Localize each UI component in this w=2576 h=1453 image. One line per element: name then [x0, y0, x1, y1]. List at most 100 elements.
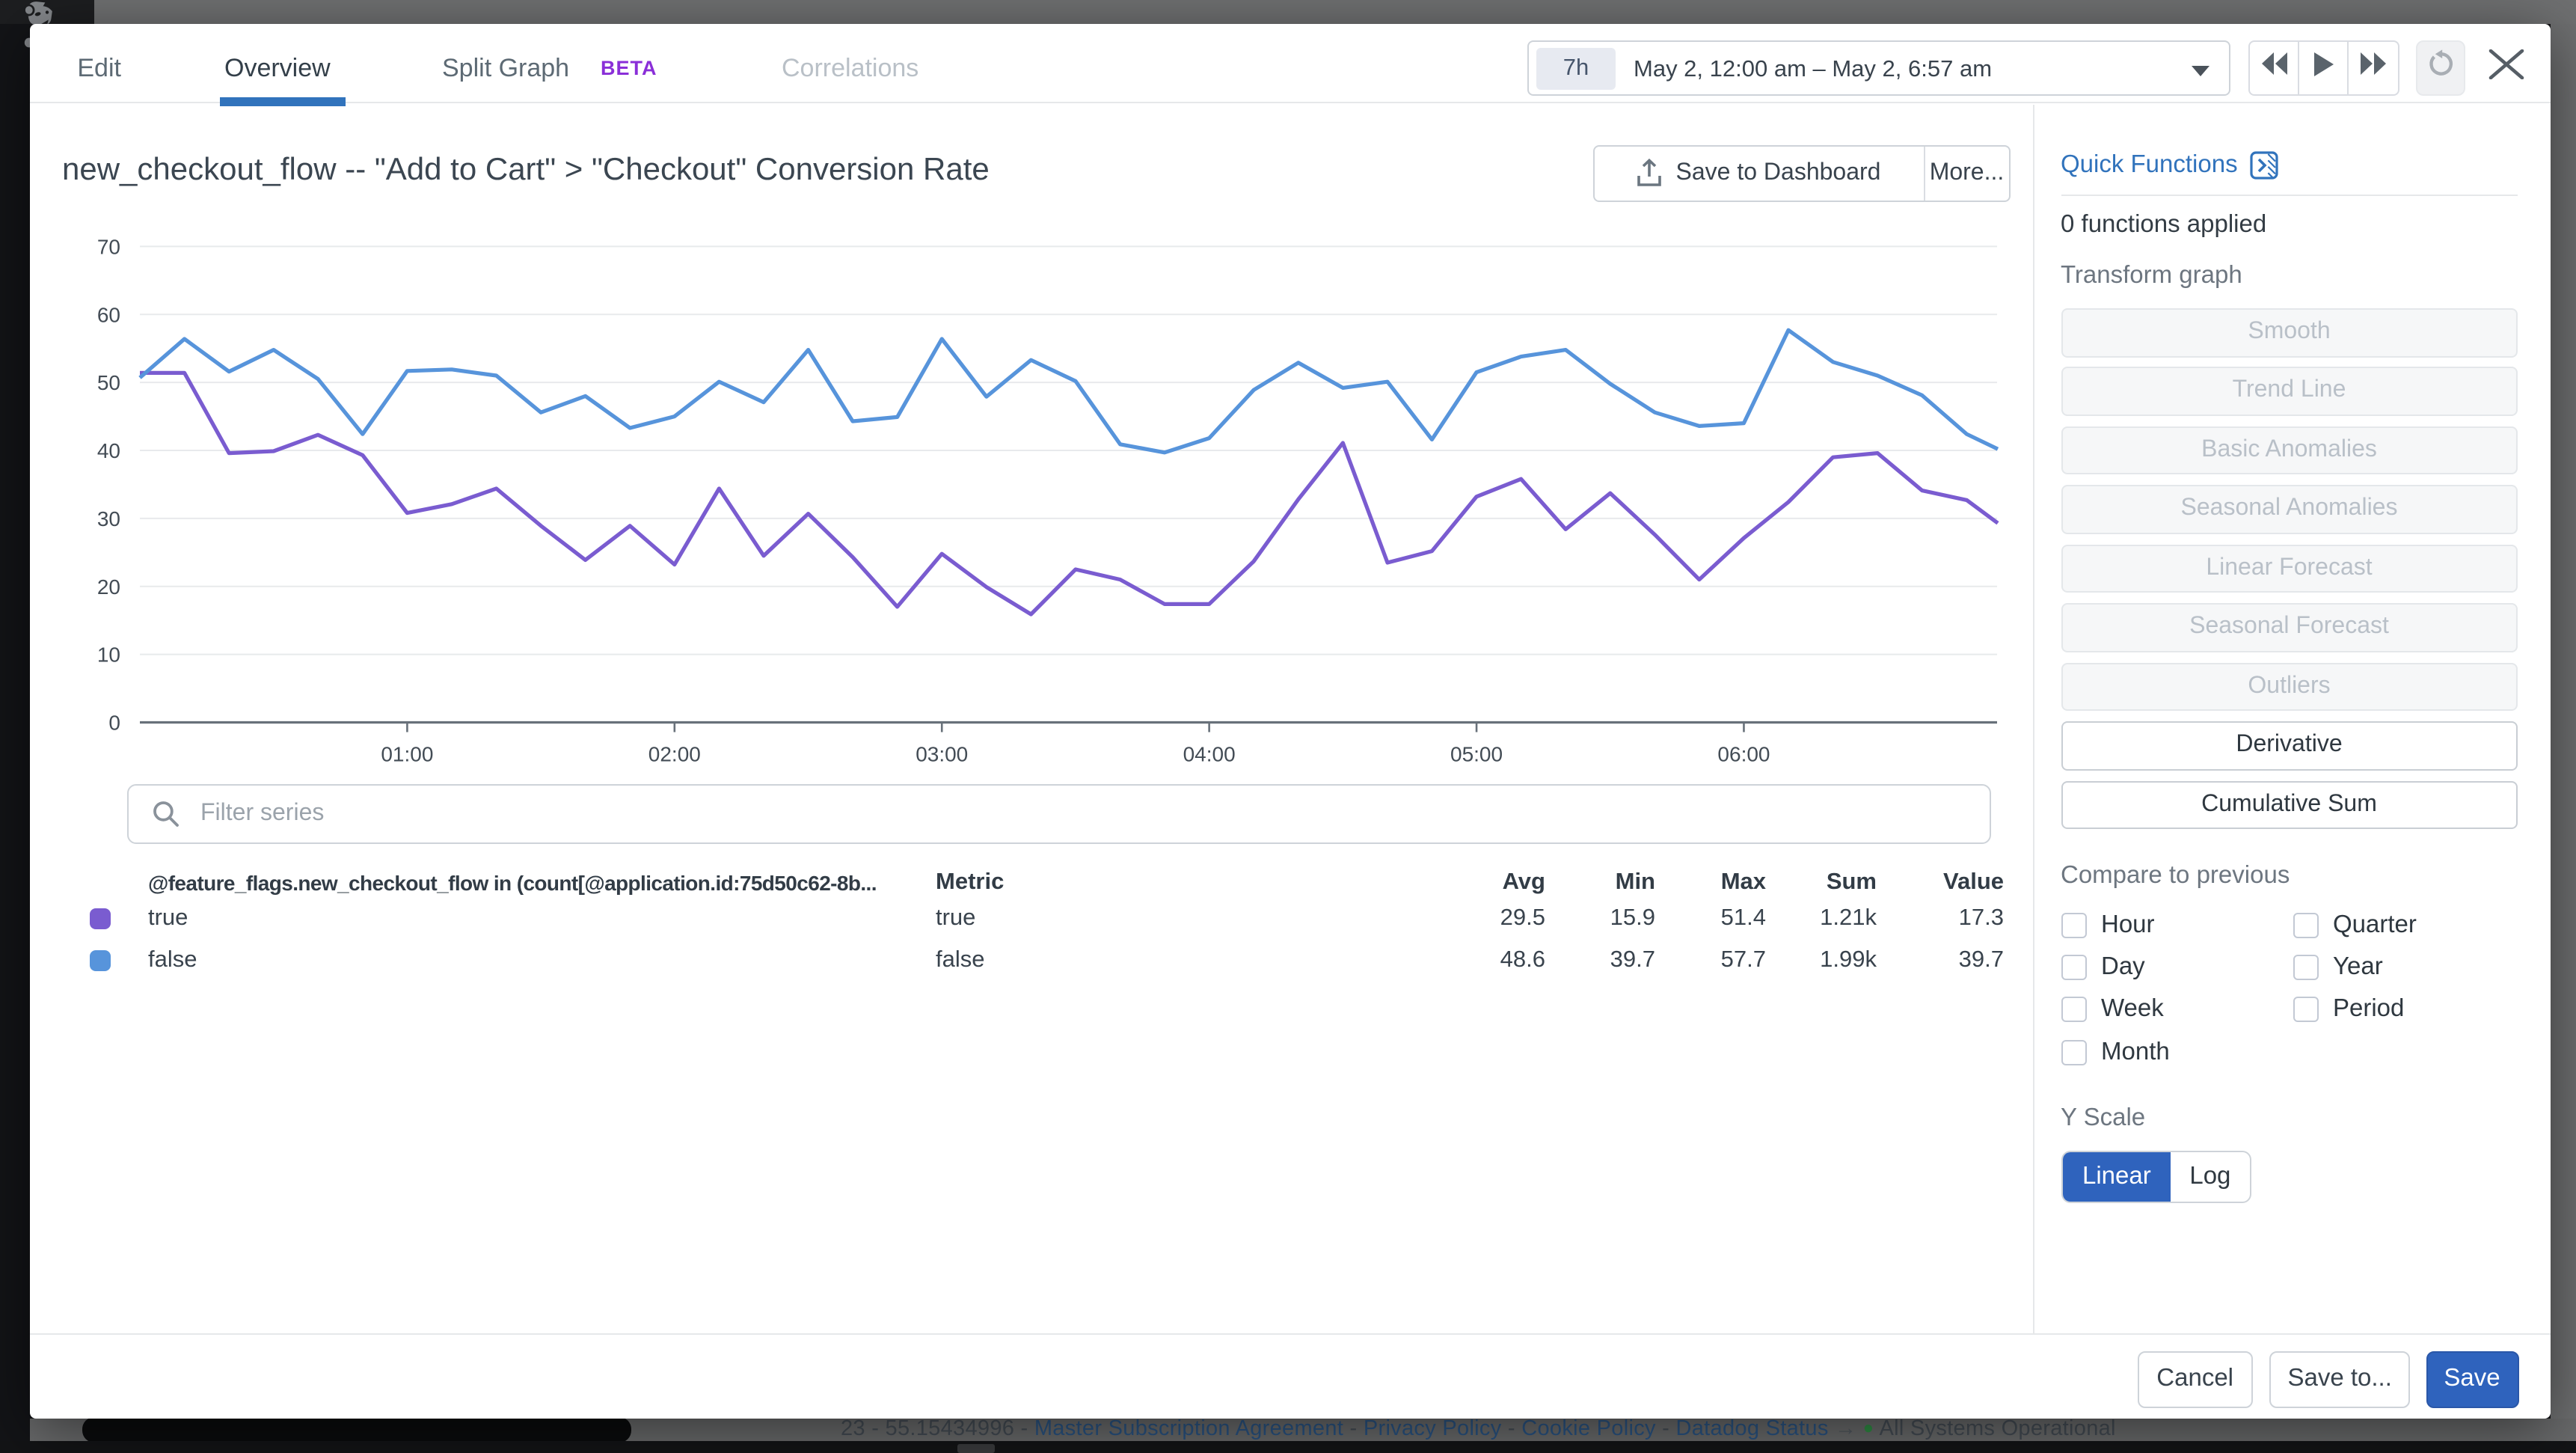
checkbox-icon[interactable]: [2061, 997, 2086, 1023]
y-scale-log-option[interactable]: Log: [2171, 1153, 2249, 1202]
legend-value: 48.6: [1426, 940, 1545, 982]
legend-col-header: Max: [1646, 861, 1766, 903]
time-preset-badge[interactable]: 7h: [1536, 48, 1616, 89]
legend-col-header: Min: [1536, 861, 1655, 903]
transform-button-linear-forecast[interactable]: Linear Forecast: [2061, 545, 2518, 593]
backdrop-footer-link[interactable]: Datadog Status: [1676, 1417, 1829, 1441]
search-icon: [151, 799, 181, 836]
play-icon: [2314, 52, 2334, 84]
tab-bar: Edit Overview Split Graph BETA Correlati…: [30, 23, 2550, 103]
transform-button-basic-anomalies[interactable]: Basic Anomalies: [2061, 426, 2518, 475]
series-line-true: [140, 372, 1998, 614]
checkbox-icon[interactable]: [2293, 955, 2318, 980]
legend-series-metric: true: [936, 898, 975, 940]
y-axis-label: 20: [97, 575, 120, 598]
tab-correlations[interactable]: Correlations: [782, 53, 919, 86]
compare-checkbox-week[interactable]: Week: [2061, 997, 2164, 1023]
y-axis-label: 70: [97, 234, 120, 257]
transform-button-seasonal-anomalies[interactable]: Seasonal Anomalies: [2061, 486, 2518, 534]
legend-value: 15.9: [1536, 898, 1655, 940]
more-button[interactable]: More...: [1924, 147, 2008, 200]
transform-button-derivative[interactable]: Derivative: [2061, 721, 2518, 770]
legend-value: 17.3: [1884, 898, 2004, 940]
legend-row[interactable]: falsefalse48.639.757.71.99k39.7: [30, 940, 2033, 982]
y-axis-label: 40: [97, 438, 120, 462]
save-button-group: Save to Dashboard More...: [1592, 145, 2010, 201]
x-axis-label: 01:00: [381, 742, 433, 765]
backdrop-footer-prefix: 23 - 55.15434996 -: [841, 1417, 1034, 1441]
compare-checkbox-quarter[interactable]: Quarter: [2293, 913, 2417, 938]
cancel-button[interactable]: Cancel: [2137, 1351, 2253, 1407]
y-scale-label: Y Scale: [2061, 1104, 2518, 1133]
checkbox-label: Day: [2101, 953, 2145, 982]
filter-series-input[interactable]: [197, 786, 1918, 842]
fast-forward-button[interactable]: [2348, 41, 2397, 94]
tab-edit[interactable]: Edit: [77, 53, 121, 86]
y-axis-label: 0: [108, 711, 120, 734]
backdrop-footer-link[interactable]: Master Subscription Agreement: [1034, 1417, 1343, 1441]
quick-functions-label: Quick Functions: [2061, 150, 2238, 179]
series-swatch-false: [90, 950, 111, 971]
tab-overview[interactable]: Overview: [224, 53, 331, 86]
legend-metric-header: Metric: [936, 861, 1004, 903]
legend-series-name: true: [148, 898, 188, 940]
checkbox-icon[interactable]: [2293, 913, 2318, 938]
series-swatch-true: [90, 908, 111, 929]
checkbox-icon[interactable]: [2061, 1039, 2086, 1065]
x-axis-label: 04:00: [1183, 742, 1236, 765]
legend-value: 39.7: [1536, 940, 1655, 982]
status-dot: ●: [1863, 1417, 1880, 1438]
backdrop-footer-link[interactable]: Privacy Policy: [1364, 1417, 1502, 1441]
tab-split-graph[interactable]: Split Graph: [442, 53, 569, 86]
transform-button-outliers[interactable]: Outliers: [2061, 662, 2518, 711]
filter-series-box: [127, 784, 1991, 844]
compare-checkbox-month[interactable]: Month: [2061, 1039, 2170, 1065]
checkbox-icon[interactable]: [2061, 913, 2086, 938]
y-scale-linear-option[interactable]: Linear: [2062, 1153, 2171, 1202]
transform-button-seasonal-forecast[interactable]: Seasonal Forecast: [2061, 604, 2518, 652]
legend-query-header: @feature_flags.new_checkout_flow in (cou…: [148, 861, 877, 903]
time-range-text: May 2, 12:00 am – May 2, 6:57 am: [1634, 41, 1992, 97]
checkbox-icon[interactable]: [2293, 997, 2318, 1023]
quick-functions-link[interactable]: Quick Functions: [2061, 150, 2518, 180]
x-axis-label: 05:00: [1450, 742, 1503, 765]
save-button[interactable]: Save: [2426, 1351, 2518, 1407]
transform-button-smooth[interactable]: Smooth: [2061, 308, 2518, 357]
modal-footer: Cancel Save to... Save: [30, 1333, 2550, 1418]
series-line-false: [140, 329, 1998, 452]
timeseries-chart[interactable]: 01020304050607001:0002:0003:0004:0005:00…: [30, 218, 2033, 779]
sidebar: Quick Functions 0 functions applied Tran…: [2033, 105, 2550, 1333]
compare-checkbox-period[interactable]: Period: [2293, 997, 2404, 1023]
refresh-button[interactable]: [2416, 40, 2465, 96]
legend-col-header: Value: [1884, 861, 2004, 903]
checkbox-icon[interactable]: [2061, 955, 2086, 980]
transform-button-cumulative-sum[interactable]: Cumulative Sum: [2061, 780, 2518, 829]
y-scale-toggle: Linear Log: [2061, 1151, 2251, 1204]
legend-value: 39.7: [1884, 940, 2004, 982]
compare-checkbox-hour[interactable]: Hour: [2061, 913, 2155, 938]
backdrop-footer-link[interactable]: Cookie Policy: [1521, 1417, 1656, 1441]
backdrop-bottom-strip: [0, 1441, 2576, 1453]
y-axis-label: 50: [97, 370, 120, 394]
time-range-picker[interactable]: 7h May 2, 12:00 am – May 2, 6:57 am: [1527, 40, 2230, 96]
y-axis-label: 30: [97, 507, 120, 530]
rewind-icon: [2261, 53, 2287, 83]
beta-badge: BETA: [601, 56, 657, 79]
save-to-button[interactable]: Save to...: [2269, 1351, 2411, 1407]
checkbox-label: Year: [2333, 953, 2383, 982]
play-button[interactable]: [2298, 41, 2347, 94]
legend-col-header: Sum: [1757, 861, 1877, 903]
save-to-dashboard-label: Save to Dashboard: [1676, 160, 1881, 187]
compare-checkbox-year[interactable]: Year: [2293, 955, 2383, 980]
compare-checkbox-day[interactable]: Day: [2061, 955, 2145, 980]
save-to-dashboard-button[interactable]: Save to Dashboard: [1594, 147, 1924, 200]
checkbox-label: Month: [2101, 1038, 2170, 1066]
backdrop-left-nav: [0, 23, 30, 1453]
checkbox-label: Hour: [2101, 911, 2155, 940]
legend-row[interactable]: truetrue29.515.951.41.21k17.3: [30, 898, 2033, 940]
transform-button-trend-line[interactable]: Trend Line: [2061, 367, 2518, 416]
close-button[interactable]: [2483, 47, 2528, 89]
rewind-button[interactable]: [2250, 41, 2298, 94]
legend-header-row: @feature_flags.new_checkout_flow in (cou…: [30, 861, 2033, 903]
x-axis-label: 03:00: [916, 742, 968, 765]
